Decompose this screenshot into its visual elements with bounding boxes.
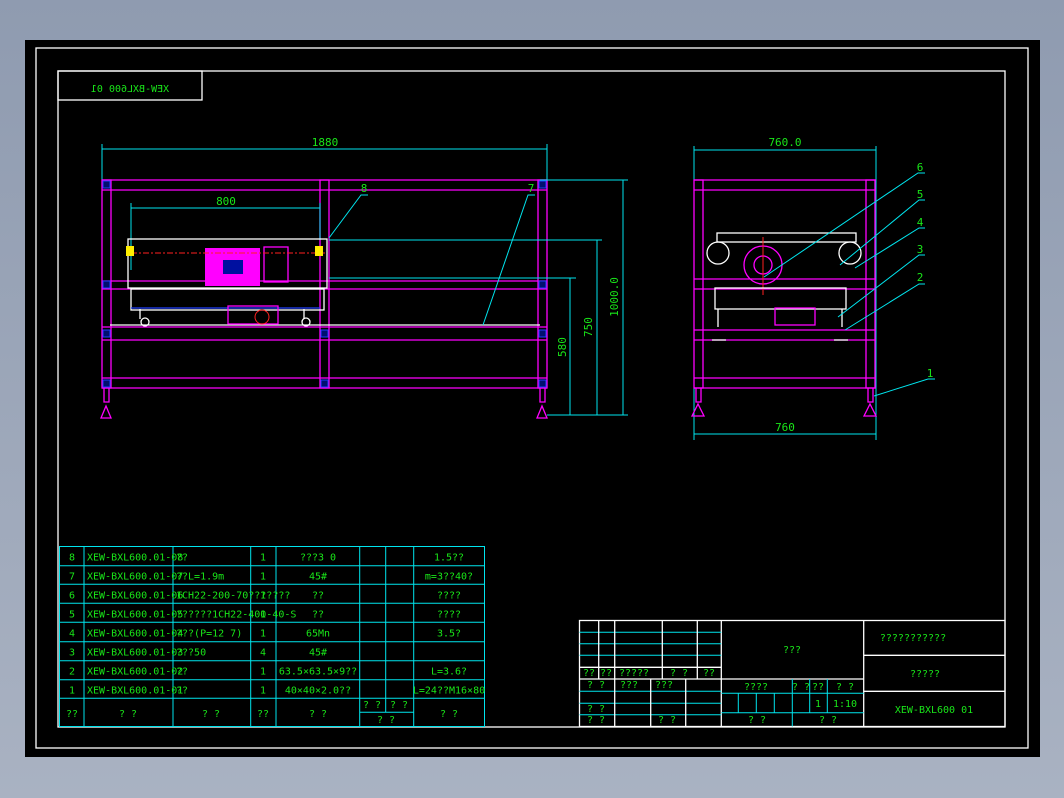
callout-5: 5 — [917, 188, 924, 201]
dim-760-bottom: 760 — [775, 421, 795, 434]
cell-name: ??L=1.9m — [176, 571, 224, 582]
cell-material: 45# — [309, 648, 327, 659]
sign-label-approve: ? ? — [658, 715, 676, 726]
cell-qty: 1 — [260, 667, 266, 678]
cell-remark: ???? — [437, 590, 461, 601]
cell-remark: m=3??40? — [425, 571, 473, 582]
cell-material: ?? — [312, 590, 324, 601]
header-material: ? ? — [309, 709, 327, 720]
sign-label-check: ??? — [655, 680, 673, 691]
rev-label-zone: ????? — [619, 668, 649, 679]
cell-qty: 4 — [260, 648, 266, 659]
dim-1000: 1000.0 — [608, 277, 621, 317]
cell-remark: L=3.6? — [431, 667, 467, 678]
cell-no: 3 — [69, 648, 75, 659]
cell-remark: ???? — [437, 609, 461, 620]
cell-name: ?? — [176, 667, 188, 678]
cell-code: XEW-BXL600.01-06 — [87, 590, 183, 601]
callout-8: 8 — [361, 182, 368, 195]
rev-label-count: ?? — [600, 668, 612, 679]
cell-no: 6 — [69, 590, 75, 601]
cell-remark: 3.5? — [437, 629, 461, 640]
stage-label: ???? — [744, 682, 768, 693]
cell-material: ???3 0 — [300, 553, 336, 564]
cell-remark: L=24??M16×80 — [413, 685, 485, 696]
cell-name: ??????1CH22-400-40-S — [176, 609, 296, 620]
sign-label-process: ? ? — [587, 715, 605, 726]
header-weight: ? ? — [377, 715, 395, 726]
rev-label-signature: ? ? — [670, 668, 688, 679]
callout-6: 6 — [917, 161, 924, 174]
mass-label: ? ? — [792, 682, 810, 693]
cell-remark: 1.5?? — [434, 553, 464, 564]
cell-code: XEW-BXL600.01-04 — [87, 629, 183, 640]
scale-value: 1:10 — [833, 699, 857, 710]
sheet-total: ? ? — [748, 715, 766, 726]
cell-code: XEW-BXL600.01-03 — [87, 648, 183, 659]
weight-value: 1 — [815, 699, 821, 710]
cell-qty: 1 — [260, 629, 266, 640]
header-code: ? ? — [119, 709, 137, 720]
cell-code: XEW-BXL600.01-02 — [87, 667, 183, 678]
scale-label: ? ? — [836, 682, 854, 693]
header-name: ? ? — [202, 709, 220, 720]
cell-no: 4 — [69, 629, 75, 640]
cell-code: XEW-BXL600.01-01 — [87, 685, 183, 696]
drawing-name: ??? — [783, 645, 801, 656]
header-qty: ?? — [257, 709, 269, 720]
callout-7: 7 — [528, 182, 535, 195]
dim-760-top: 760.0 — [768, 136, 801, 149]
cell-qty: 1 — [260, 590, 266, 601]
cell-no: 1 — [69, 685, 75, 696]
mirrored-drawing-code: XEW-BXL600 01 — [91, 84, 169, 95]
dim-750: 750 — [582, 317, 595, 337]
cell-name: ?? — [176, 553, 188, 564]
rev-label-mark: ?? — [583, 668, 595, 679]
header-total-weight: ? ? — [390, 700, 408, 711]
cell-no: 8 — [69, 553, 75, 564]
cell-name: ???50 — [176, 648, 206, 659]
subtitle: ????? — [910, 669, 940, 680]
sign-label-design: ? ? — [587, 680, 605, 691]
dim-580: 580 — [556, 337, 569, 357]
dim-1880: 1880 — [312, 136, 339, 149]
sheet-number: ? ? — [819, 715, 837, 726]
header-no: ?? — [66, 709, 78, 720]
cell-qty: 1 — [260, 609, 266, 620]
cell-no: 5 — [69, 609, 75, 620]
cell-code: XEW-BXL600.01-05 — [87, 609, 183, 620]
cell-qty: 1 — [260, 685, 266, 696]
dim-800: 800 — [216, 195, 236, 208]
callout-4: 4 — [917, 216, 924, 229]
rev-label-date: ?? — [703, 668, 715, 679]
cell-material: ?? — [312, 609, 324, 620]
cell-no: 2 — [69, 667, 75, 678]
sign-label-review: ? ? — [587, 704, 605, 715]
callout-1: 1 — [927, 367, 934, 380]
cad-drawing: XEW-BXL600 01 1880 800 1000.0 750 580 8 … — [25, 40, 1040, 757]
cell-name: ?? — [176, 685, 188, 696]
cell-name: ???(P=12 7) — [176, 629, 242, 640]
cell-material: 63.5×63.5×9?? — [279, 667, 357, 678]
cell-no: 7 — [69, 571, 75, 582]
header-unit-weight: ? ? — [363, 700, 381, 711]
header-remark: ? ? — [440, 709, 458, 720]
cell-code: XEW-BXL600.01-07 — [87, 571, 183, 582]
cell-material: 40×40×2.0?? — [285, 685, 351, 696]
drawing-number: XEW-BXL600 01 — [895, 705, 973, 716]
sign-label-std: ??? — [620, 680, 638, 691]
cell-qty: 1 — [260, 571, 266, 582]
cell-code: XEW-BXL600.01-08 — [87, 553, 183, 564]
cell-name: 1CH22-200-70??????? — [176, 590, 290, 601]
company-name: ??????????? — [880, 633, 946, 644]
weight-label: ?? — [812, 682, 824, 693]
cell-material: 45# — [309, 571, 327, 582]
callout-2: 2 — [917, 271, 924, 284]
callout-3: 3 — [917, 243, 924, 256]
cell-material: 65Mn — [306, 629, 330, 640]
cell-qty: 1 — [260, 553, 266, 564]
